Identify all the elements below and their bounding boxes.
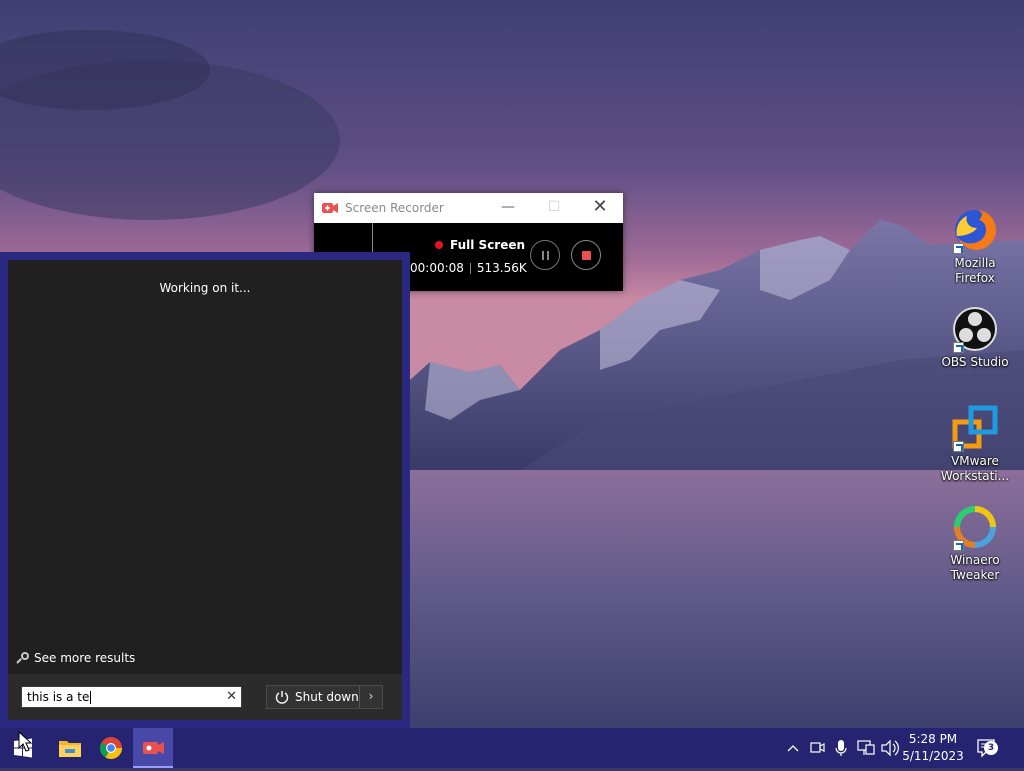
pause-button[interactable]	[530, 240, 560, 270]
divider	[372, 223, 373, 253]
screen-recorder-icon	[322, 202, 338, 214]
desktop-icon-vmware[interactable]: VMware Workstati...	[937, 404, 1013, 484]
divider	[469, 263, 471, 274]
recording-dot-icon	[435, 241, 443, 249]
taskbar-chrome[interactable]	[91, 728, 131, 768]
network-icon	[857, 740, 875, 755]
start-menu: Working on it... See more results this i…	[0, 252, 410, 728]
power-icon	[275, 690, 289, 704]
close-button[interactable]: ✕	[577, 193, 623, 223]
obs-icon	[951, 305, 999, 353]
screen-recorder-icon	[143, 742, 164, 754]
stop-button[interactable]	[571, 240, 601, 270]
title-bar[interactable]: Screen Recorder — ☐ ✕	[314, 193, 623, 223]
taskbar-clock[interactable]: 5:28 PM 5/11/2023	[902, 731, 964, 771]
clock-date: 5/11/2023	[902, 749, 964, 763]
shortcut-arrow-icon	[953, 540, 964, 551]
search-results-panel: Working on it... See more results this i…	[8, 260, 402, 720]
notification-count-badge: 3	[984, 741, 998, 755]
shortcut-arrow-icon	[953, 342, 964, 353]
chrome-icon	[100, 737, 122, 759]
file-size: 513.56K	[476, 261, 527, 275]
file-explorer-icon	[59, 741, 81, 757]
vmware-icon	[951, 404, 999, 452]
desktop-icon-obs[interactable]: OBS Studio	[937, 305, 1013, 370]
shut-down-options-button[interactable]: ›	[359, 686, 382, 708]
window-title: Screen Recorder	[345, 201, 444, 215]
mouse-cursor-icon	[18, 731, 33, 752]
tray-network-button[interactable]	[856, 728, 876, 768]
taskbar: 5:28 PM 5/11/2023	[0, 728, 1024, 768]
search-status: Working on it...	[159, 281, 251, 295]
search-icon	[16, 651, 29, 665]
shut-down-button[interactable]: Shut down ›	[266, 685, 383, 709]
clock-time: 5:28 PM	[908, 732, 958, 746]
chevron-up-icon	[787, 745, 799, 752]
desktop-icon-firefox[interactable]: Mozilla Firefox	[937, 206, 1013, 286]
see-more-label: See more results	[34, 651, 136, 665]
camera-icon	[810, 742, 825, 753]
shut-down-label: Shut down	[295, 690, 359, 704]
firefox-icon	[951, 206, 999, 254]
desktop-icon-label: VMware Workstati...	[940, 454, 1010, 483]
elapsed-time: 00:00:08	[410, 261, 464, 275]
start-bottom-bar: this is a te ✕ Shut down ›	[8, 674, 402, 720]
search-text: this is a te	[27, 690, 90, 704]
taskbar-file-explorer[interactable]	[50, 728, 90, 768]
minimize-button[interactable]: —	[485, 193, 531, 223]
text-caret	[90, 691, 92, 704]
desktop-icon-label: Winaero Tweaker	[950, 553, 1000, 582]
taskbar-screen-recorder[interactable]	[133, 728, 173, 768]
tray-camera-button[interactable]	[808, 728, 826, 768]
tray-microphone-button[interactable]	[832, 728, 850, 768]
shortcut-arrow-icon	[953, 243, 964, 254]
maximize-button[interactable]: ☐	[531, 193, 577, 223]
show-hidden-icons-button[interactable]	[784, 728, 802, 768]
microphone-icon	[835, 740, 847, 756]
clear-search-icon[interactable]: ✕	[226, 687, 237, 707]
recording-stats: 00:00:08 513.56K	[410, 261, 527, 275]
recording-mode-label: Full Screen	[450, 238, 526, 252]
winaero-icon	[951, 503, 999, 551]
desktop-icon-label: OBS Studio	[941, 355, 1009, 369]
recording-mode: Full Screen	[435, 238, 525, 252]
speaker-icon	[881, 739, 899, 757]
shortcut-arrow-icon	[953, 441, 964, 452]
tray-volume-button[interactable]	[880, 728, 900, 768]
search-input[interactable]: this is a te ✕	[21, 686, 242, 708]
see-more-results-link[interactable]: See more results	[16, 651, 135, 665]
desktop-icon-winaero[interactable]: Winaero Tweaker	[937, 503, 1013, 583]
desktop-icon-label: Mozilla Firefox	[954, 256, 996, 285]
